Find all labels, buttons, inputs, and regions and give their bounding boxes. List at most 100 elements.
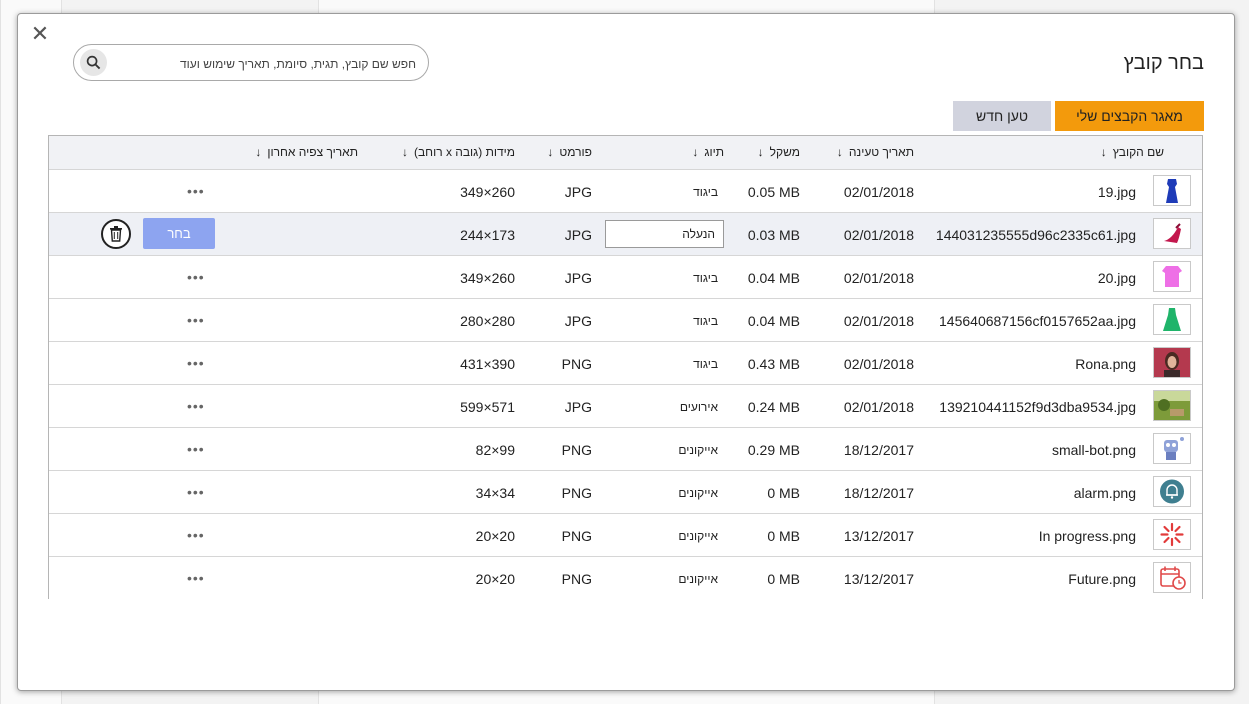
more-actions-button[interactable]: ••• [187,570,205,586]
file-format: JPG [564,184,592,200]
bell-thumbnail [1153,476,1191,507]
search-input[interactable] [114,51,418,77]
table-row[interactable]: Future.png 13/12/2017 0 MB אייקונים PNG … [49,556,1202,599]
file-tag: אירועים [679,400,718,414]
file-size: 0.03 MB [747,227,800,243]
file-dimensions: 20×20 [475,528,515,544]
file-dimensions: 349×260 [460,270,515,286]
select-button[interactable]: בחר [143,218,215,249]
garden-photo-thumbnail [1153,390,1191,421]
upload-date: 18/12/2017 [843,485,914,501]
upload-date: 13/12/2017 [843,571,914,587]
file-tag: ביגוד [693,314,718,328]
more-actions-button[interactable]: ••• [187,398,205,414]
file-size: 0.04 MB [747,270,800,286]
upload-date: 02/01/2018 [843,399,914,415]
column-header-last-viewed[interactable]: תאריך צפיה אחרון↓ [255,145,358,159]
tag-edit-input[interactable] [605,220,724,248]
file-picker-dialog: ✕ בחר קובץ מאגר הקבצים שלי טען חדש שם הק… [17,13,1235,691]
table-row[interactable]: 139210441152f9d3dba9534.jpg 02/01/2018 0… [49,384,1202,427]
more-actions-button[interactable]: ••• [187,312,205,328]
file-size: 0.04 MB [747,313,800,329]
close-button[interactable]: ✕ [30,23,50,45]
more-actions-button[interactable]: ••• [187,269,205,285]
upload-date: 02/01/2018 [843,356,914,372]
file-format: PNG [561,442,592,458]
column-header-tag[interactable]: תיוג↓ [692,145,724,159]
file-dimensions: 599×571 [460,399,515,415]
column-header-size[interactable]: משקל↓ [758,145,800,159]
file-format: JPG [564,313,592,329]
table-row[interactable]: 145640687156cf0157652aa.jpg 02/01/2018 0… [49,298,1202,341]
portrait-photo-thumbnail [1153,347,1191,378]
file-size: 0 MB [767,528,800,544]
column-header-format[interactable]: פורמט↓ [547,145,592,159]
upload-date: 18/12/2017 [843,442,914,458]
file-name: 20.jpg [1097,270,1136,286]
file-format: PNG [561,571,592,587]
table-row[interactable]: alarm.png 18/12/2017 0 MB אייקונים PNG 3… [49,470,1202,513]
file-name: 145640687156cf0157652aa.jpg [939,313,1136,329]
pink-shirt-thumbnail [1153,261,1191,292]
file-dimensions: 431×390 [460,356,515,372]
file-format: PNG [561,356,592,372]
file-format: JPG [564,399,592,415]
file-size: 0.43 MB [747,356,800,372]
file-dimensions: 280×280 [460,313,515,329]
table-row[interactable]: small-bot.png 18/12/2017 0.29 MB אייקוני… [49,427,1202,470]
file-dimensions: 244×173 [460,227,515,243]
table-row-selected[interactable]: 144031235555d96c2335c61.jpg 02/01/2018 0… [49,212,1202,255]
file-size: 0 MB [767,571,800,587]
file-format: JPG [564,227,592,243]
calendar-clock-thumbnail [1153,562,1191,593]
file-name: small-bot.png [1051,442,1136,458]
file-size: 0 MB [767,485,800,501]
upload-date: 02/01/2018 [843,227,914,243]
file-tag: אייקונים [678,572,718,586]
file-size: 0.29 MB [747,442,800,458]
file-name: 144031235555d96c2335c61.jpg [935,227,1136,243]
spinner-thumbnail [1153,519,1191,550]
table-header: שם הקובץ↓ תאריך טעינה↓ משקל↓ תיוג↓ פורמט… [49,136,1202,169]
more-actions-button[interactable]: ••• [187,441,205,457]
tab-upload-new[interactable]: טען חדש [953,101,1051,131]
file-format: PNG [561,528,592,544]
file-tag: אייקונים [678,529,718,543]
file-tag: ביגוד [693,357,718,371]
file-name: 139210441152f9d3dba9534.jpg [939,399,1136,415]
file-tag: אייקונים [678,486,718,500]
file-format: JPG [564,270,592,286]
column-header-dimensions[interactable]: מידות (גובה x רוחב)↓ [402,145,515,159]
more-actions-button[interactable]: ••• [187,355,205,371]
search-icon[interactable] [80,49,107,76]
more-actions-button[interactable]: ••• [187,183,205,199]
file-name: Future.png [1068,571,1136,587]
green-dress-thumbnail [1153,304,1191,335]
column-header-name[interactable]: שם הקובץ↓ [1101,145,1164,159]
file-dimensions: 20×20 [475,571,515,587]
more-actions-button[interactable]: ••• [187,484,205,500]
file-size: 0.05 MB [747,184,800,200]
table-row[interactable]: In progress.png 13/12/2017 0 MB אייקונים… [49,513,1202,556]
tab-my-files[interactable]: מאגר הקבצים שלי [1055,101,1204,131]
file-name: alarm.png [1073,485,1136,501]
upload-date: 02/01/2018 [843,313,914,329]
trash-icon[interactable] [101,219,131,249]
upload-date: 02/01/2018 [843,270,914,286]
table-row[interactable]: 20.jpg 02/01/2018 0.04 MB ביגוד JPG 349×… [49,255,1202,298]
column-header-date[interactable]: תאריך טעינה↓ [837,145,914,159]
upload-date: 13/12/2017 [843,528,914,544]
file-dimensions: 82×99 [475,442,515,458]
dialog-title: בחר קובץ [1123,52,1204,74]
file-dimensions: 349×260 [460,184,515,200]
file-format: PNG [561,485,592,501]
more-actions-button[interactable]: ••• [187,527,205,543]
file-tag: ביגוד [693,185,718,199]
table-row[interactable]: Rona.png 02/01/2018 0.43 MB ביגוד PNG 43… [49,341,1202,384]
file-name: 19.jpg [1097,184,1136,200]
file-dimensions: 34×34 [475,485,515,501]
red-shoe-thumbnail [1153,218,1191,249]
table-row[interactable]: 19.jpg 02/01/2018 0.05 MB ביגוד JPG 349×… [49,169,1202,212]
blue-dress-thumbnail [1153,175,1191,206]
file-name: Rona.png [1075,356,1136,372]
